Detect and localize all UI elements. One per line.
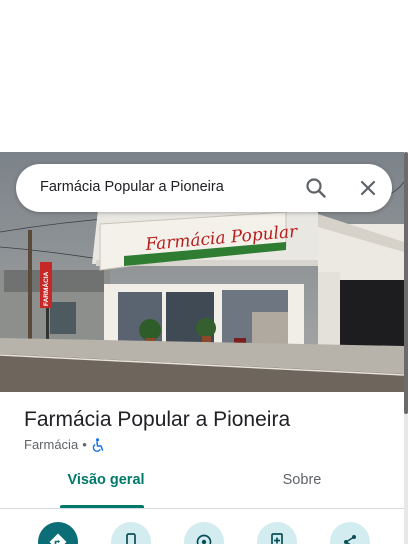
close-icon[interactable] (356, 176, 380, 200)
wheelchair-accessible-icon (92, 437, 103, 452)
search-bar[interactable]: Farmácia Popular a Pioneira (16, 164, 392, 212)
place-meta: Farmácia • (24, 437, 104, 452)
tabs-divider (0, 508, 404, 509)
meta-separator: • (82, 437, 87, 452)
place-category: Farmácia (24, 437, 79, 452)
tab-about[interactable]: Sobre (256, 472, 348, 508)
search-input[interactable]: Farmácia Popular a Pioneira (40, 179, 224, 195)
share-icon (344, 535, 356, 544)
scrollbar-thumb[interactable] (404, 152, 408, 414)
call-button[interactable] (111, 522, 151, 544)
phone-icon (126, 533, 136, 544)
search-icon[interactable] (304, 176, 328, 200)
save-icon (271, 533, 283, 544)
tab-overview-label: Visão geral (67, 472, 145, 488)
tab-overview[interactable]: Visão geral (60, 472, 152, 508)
start-navigation-icon (196, 534, 212, 544)
place-name: Farmácia Popular a Pioneira (24, 408, 291, 431)
start-button[interactable] (184, 522, 224, 544)
directions-icon (49, 533, 67, 544)
pole-sign-text: FARMÁCIA (41, 271, 50, 306)
tab-about-label: Sobre (282, 472, 322, 488)
share-button[interactable] (330, 522, 370, 544)
place-screen: Farmácia Popular FARMÁCIA Farmácia Popul… (0, 0, 408, 544)
save-button[interactable] (257, 522, 297, 544)
directions-button[interactable] (38, 522, 78, 544)
